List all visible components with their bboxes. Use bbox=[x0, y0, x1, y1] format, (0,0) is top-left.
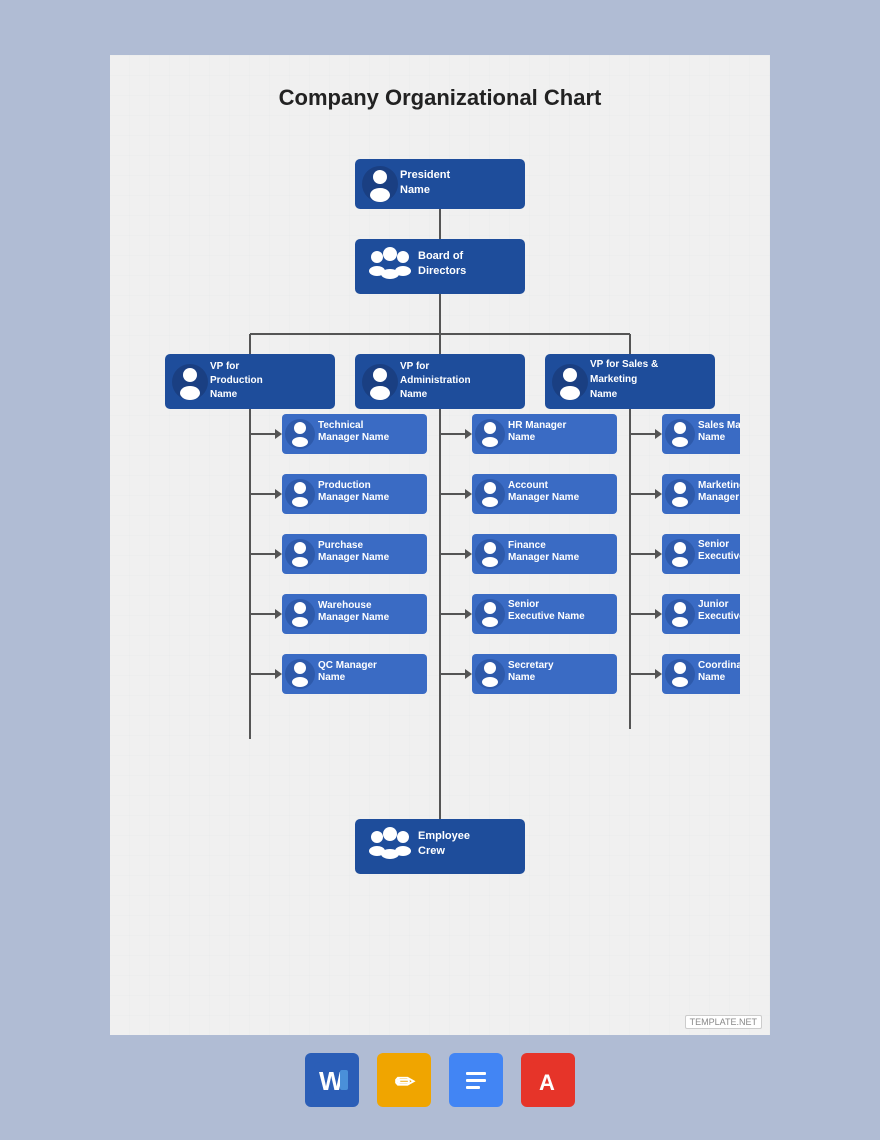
svg-text:Manager Name: Manager Name bbox=[698, 492, 740, 503]
vp-production-node: VP for Production Name bbox=[165, 354, 335, 409]
svg-text:Board of: Board of bbox=[418, 250, 464, 262]
svg-text:Purchase: Purchase bbox=[318, 540, 363, 551]
svg-text:Account: Account bbox=[508, 480, 549, 491]
svg-text:Marketing: Marketing bbox=[590, 374, 637, 385]
chart-title: Company Organizational Chart bbox=[279, 85, 602, 111]
svg-text:Name: Name bbox=[590, 389, 618, 400]
svg-text:Name: Name bbox=[400, 184, 430, 196]
employee-crew-node: Employee Crew bbox=[355, 819, 525, 874]
marketing-mgr-node: Marketing Manager Name bbox=[662, 474, 740, 514]
svg-text:Executive Name: Executive Name bbox=[698, 611, 740, 622]
page-wrapper: Company Organizational Chart bbox=[110, 55, 770, 1035]
production-mgr-node: Production Manager Name bbox=[282, 474, 427, 514]
board-node: Board of Directors bbox=[355, 239, 525, 294]
hr-mgr-node: HR Manager Name bbox=[472, 414, 617, 454]
svg-text:Manager Name: Manager Name bbox=[318, 492, 390, 503]
watermark: TEMPLATE.NET bbox=[685, 1015, 762, 1029]
junior-exec-node: Junior Executive Name bbox=[662, 594, 740, 634]
svg-text:Name: Name bbox=[698, 672, 726, 683]
acrobat-icon[interactable]: A bbox=[521, 1053, 575, 1107]
svg-text:Manager Name: Manager Name bbox=[508, 492, 580, 503]
svg-text:Directors: Directors bbox=[418, 265, 466, 277]
svg-text:Name: Name bbox=[698, 432, 726, 443]
svg-text:Production: Production bbox=[210, 375, 263, 386]
svg-text:Administration: Administration bbox=[400, 375, 471, 386]
svg-text:Executive Name: Executive Name bbox=[698, 551, 740, 562]
svg-text:Technical: Technical bbox=[318, 420, 364, 431]
president-node: President Name bbox=[355, 159, 525, 209]
svg-text:Junior: Junior bbox=[698, 599, 729, 610]
svg-text:Crew: Crew bbox=[418, 845, 445, 857]
senior-exec-sales-node: Senior Executive Name bbox=[662, 534, 740, 574]
svg-text:Employee: Employee bbox=[418, 830, 470, 842]
svg-text:VP for: VP for bbox=[400, 361, 429, 372]
coordinator-node: Coordinator Name bbox=[662, 654, 740, 694]
svg-text:A: A bbox=[539, 1070, 555, 1095]
docs-icon[interactable] bbox=[449, 1053, 503, 1107]
account-mgr-node: Account Manager Name bbox=[472, 474, 617, 514]
svg-text:VP for Sales &: VP for Sales & bbox=[590, 359, 658, 370]
technical-mgr-node: Technical Manager Name bbox=[282, 414, 427, 454]
qc-mgr-node: QC Manager Name bbox=[282, 654, 427, 694]
svg-text:Senior: Senior bbox=[698, 539, 729, 550]
secretary-node: Secretary Name bbox=[472, 654, 617, 694]
svg-text:Manager Name: Manager Name bbox=[318, 612, 390, 623]
svg-text:Production: Production bbox=[318, 480, 371, 491]
word-icon[interactable]: W bbox=[305, 1053, 359, 1107]
icons-bar: W ✏ A bbox=[305, 1053, 575, 1107]
warehouse-mgr-node: Warehouse Manager Name bbox=[282, 594, 427, 634]
senior-exec-admin-node: Senior Executive Name bbox=[472, 594, 617, 634]
svg-text:Coordinator: Coordinator bbox=[698, 660, 740, 671]
svg-text:Senior: Senior bbox=[508, 599, 539, 610]
svg-text:Warehouse: Warehouse bbox=[318, 600, 372, 611]
svg-text:President: President bbox=[400, 169, 450, 181]
svg-text:Name: Name bbox=[508, 432, 536, 443]
org-chart-svg: President Name Board of Directors VP for… bbox=[140, 139, 740, 959]
svg-text:Secretary: Secretary bbox=[508, 660, 554, 671]
svg-text:Name: Name bbox=[508, 672, 536, 683]
sales-mgr-node: Sales Manager Name bbox=[662, 414, 740, 454]
svg-text:Manager Name: Manager Name bbox=[318, 432, 390, 443]
svg-text:Executive Name: Executive Name bbox=[508, 611, 585, 622]
vp-sales-node: VP for Sales & Marketing Name bbox=[545, 354, 715, 409]
svg-text:HR Manager: HR Manager bbox=[508, 420, 566, 431]
svg-text:Finance: Finance bbox=[508, 540, 546, 551]
svg-text:Manager Name: Manager Name bbox=[508, 552, 580, 563]
svg-text:Marketing: Marketing bbox=[698, 480, 740, 491]
svg-text:✏: ✏ bbox=[395, 1069, 416, 1096]
svg-text:Name: Name bbox=[400, 389, 428, 400]
svg-text:Sales Manager: Sales Manager bbox=[698, 420, 740, 431]
svg-text:QC Manager: QC Manager bbox=[318, 660, 377, 671]
svg-text:Name: Name bbox=[318, 672, 346, 683]
vp-admin-node: VP for Administration Name bbox=[355, 354, 525, 409]
finance-mgr-node: Finance Manager Name bbox=[472, 534, 617, 574]
svg-text:VP for: VP for bbox=[210, 361, 239, 372]
svg-text:Manager Name: Manager Name bbox=[318, 552, 390, 563]
purchase-mgr-node: Purchase Manager Name bbox=[282, 534, 427, 574]
svg-text:Name: Name bbox=[210, 389, 238, 400]
pages-icon[interactable]: ✏ bbox=[377, 1053, 431, 1107]
